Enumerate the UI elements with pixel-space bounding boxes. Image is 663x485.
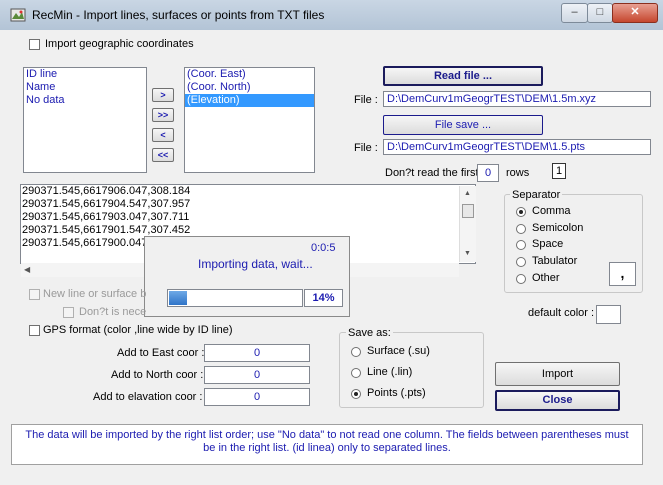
app-icon <box>10 8 26 22</box>
save-as-title: Save as: <box>346 327 393 339</box>
read-file-path-input[interactable]: D:\DemCurv1mGeogrTEST\DEM\1.5m.xyz <box>383 91 651 107</box>
available-fields-list[interactable]: ID line Name No data <box>23 67 147 173</box>
separator-option-label: Comma <box>532 205 571 217</box>
skip-rows-input[interactable]: 0 <box>477 164 499 182</box>
info-message: The data will be imported by the right l… <box>11 424 643 465</box>
row-counter-badge: 1 <box>552 163 566 179</box>
list-item[interactable]: (Coor. East) <box>185 68 314 81</box>
progress-dialog: 0:0:5 Importing data, wait... 14% <box>144 236 350 317</box>
dont-necessary-checkbox[interactable] <box>63 307 74 318</box>
save-option-label: Line (.lin) <box>367 366 413 378</box>
list-item[interactable]: ID line <box>24 68 146 81</box>
progress-bar <box>167 289 303 307</box>
new-line-checkbox[interactable] <box>29 289 40 300</box>
east-offset-input[interactable]: 0 <box>204 344 310 362</box>
elevation-offset-input[interactable]: 0 <box>204 388 310 406</box>
north-offset-input[interactable]: 0 <box>204 366 310 384</box>
elevation-offset-label: Add to elavation coor : <box>93 391 203 403</box>
gps-format-label: GPS format (color ,line wide by ID line) <box>43 324 233 336</box>
read-file-button[interactable]: Read file ... <box>383 66 543 86</box>
separator-space-radio[interactable] <box>516 240 526 250</box>
default-color-label: default color : <box>528 307 595 319</box>
list-item[interactable]: No data <box>24 94 146 107</box>
move-all-right-button[interactable]: >> <box>152 108 174 122</box>
separator-other-radio[interactable] <box>516 274 526 284</box>
import-geo-checkbox[interactable] <box>29 39 40 50</box>
elapsed-time: 0:0:5 <box>311 242 336 254</box>
north-offset-label: Add to North coor : <box>111 369 204 381</box>
save-option-label: Points (.pts) <box>367 387 426 399</box>
separator-option-label: Tabulator <box>532 255 578 267</box>
separator-semicolon-radio[interactable] <box>516 224 526 234</box>
new-line-label: New line or surface b <box>43 288 147 300</box>
separator-option-label: Space <box>532 238 564 250</box>
move-left-button[interactable]: < <box>152 128 174 142</box>
data-line: 290371.545,6617906.047,308.184 <box>22 185 191 197</box>
scroll-up-icon[interactable]: ▲ <box>464 190 471 197</box>
progress-percent: 14% <box>304 289 343 307</box>
save-points-radio[interactable] <box>351 389 361 399</box>
skip-rows-suffix: rows <box>506 167 530 179</box>
minimize-button[interactable]: – <box>561 3 588 23</box>
skip-rows-prefix: Don?t read the first <box>385 167 479 179</box>
scroll-left-icon[interactable]: ◀ <box>24 265 30 274</box>
file-save-button[interactable]: File save ... <box>383 115 543 135</box>
list-item[interactable]: (Coor. North) <box>185 81 314 94</box>
close-button[interactable]: Close <box>495 390 620 411</box>
move-right-button[interactable]: > <box>152 88 174 102</box>
east-offset-label: Add to East coor : <box>117 347 205 359</box>
title-bar: RecMin - Import lines, surfaces or point… <box>0 0 663 30</box>
save-file-path-input[interactable]: D:\DemCurv1mGeogrTEST\DEM\1.5.pts <box>383 139 651 155</box>
scroll-thumb[interactable] <box>462 204 474 218</box>
separator-tabulator-radio[interactable] <box>516 257 526 267</box>
separator-comma-radio[interactable] <box>516 207 526 217</box>
separator-title: Separator <box>510 189 563 201</box>
window-title: RecMin - Import lines, surfaces or point… <box>32 8 325 22</box>
scroll-down-icon[interactable]: ▼ <box>464 250 471 257</box>
read-file-label: File : <box>354 94 378 106</box>
save-line-radio[interactable] <box>351 368 361 378</box>
dont-necessary-label: Don?t is nece <box>79 306 147 318</box>
maximize-button[interactable]: □ <box>587 3 613 23</box>
separator-option-label: Semicolon <box>532 222 584 234</box>
progress-message: Importing data, wait... <box>198 257 313 271</box>
separator-other-input[interactable]: , <box>609 262 636 286</box>
progress-bar-fill <box>169 291 187 305</box>
separator-option-label: Other <box>532 272 560 284</box>
list-item[interactable]: Name <box>24 81 146 94</box>
data-line: 290371.545,6617903.047,307.711 <box>22 211 190 223</box>
data-line: 290371.545,6617904.547,307.957 <box>22 198 191 210</box>
vertical-scrollbar[interactable]: ▲ ▼ <box>459 186 476 262</box>
move-all-left-button[interactable]: << <box>152 148 174 162</box>
import-button[interactable]: Import <box>495 362 620 386</box>
import-geo-label: Import geographic coordinates <box>45 38 194 50</box>
list-item-selected[interactable]: (Elevation) <box>185 94 314 107</box>
save-surface-radio[interactable] <box>351 347 361 357</box>
default-color-swatch[interactable] <box>596 305 621 324</box>
save-option-label: Surface (.su) <box>367 345 430 357</box>
save-file-label: File : <box>354 142 378 154</box>
gps-format-checkbox[interactable] <box>29 325 40 336</box>
selected-fields-list[interactable]: (Coor. East) (Coor. North) (Elevation) <box>184 67 315 173</box>
close-window-button[interactable]: ✕ <box>612 3 658 23</box>
